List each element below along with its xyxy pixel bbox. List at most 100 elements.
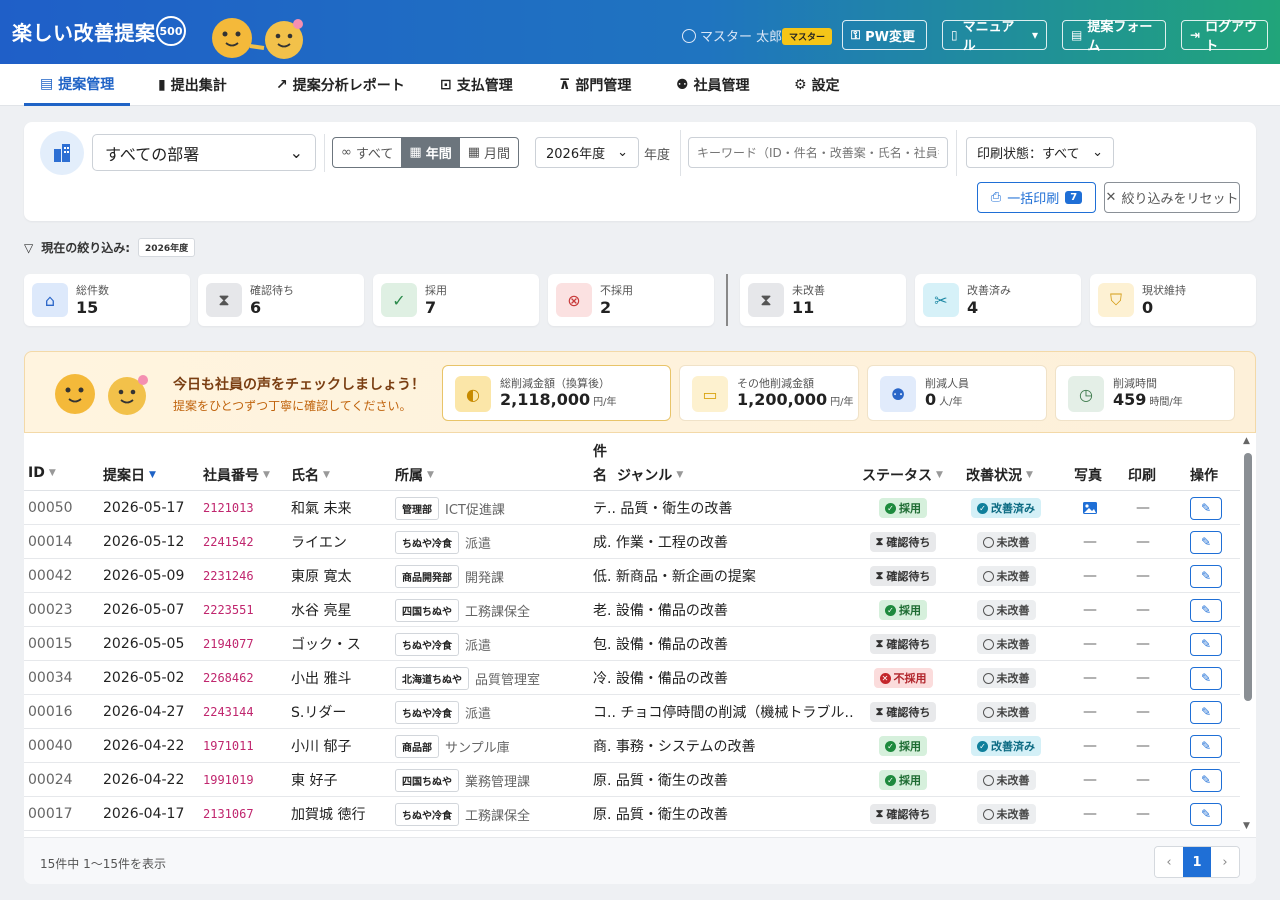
table-row[interactable]: 00050 2026-05-17 2121013 和氣 未来 管理部 ICT促進… — [24, 491, 1240, 525]
circle-icon — [982, 536, 994, 548]
table-row[interactable]: 00016 2026-04-27 2243144 S.リダー ちぬや冷食 派遣 … — [24, 695, 1240, 729]
dept-chip: 北海道ちぬや — [395, 666, 469, 690]
period-month-button[interactable]: ▦ 月間 — [460, 138, 518, 167]
shield-check-icon: ⛉ — [1098, 283, 1134, 317]
table-row[interactable]: 00042 2026-05-09 2231246 東原 寛太 商品開発部 開発課… — [24, 559, 1240, 593]
scrollbar-thumb[interactable] — [1244, 453, 1252, 701]
stat-status-quo[interactable]: ⛉ 現状維持 0 — [1090, 274, 1256, 326]
edit-button[interactable]: ✎ — [1190, 632, 1222, 656]
table-row[interactable]: 00024 2026-04-22 1991019 東 好子 四国ちぬや 業務管理… — [24, 763, 1240, 797]
hourglass-icon: ⧗ — [875, 705, 884, 718]
col-id[interactable]: ID ▼ — [28, 465, 56, 481]
tab-proposal-management[interactable]: ▤ 提案管理 — [24, 64, 131, 106]
tab-employee-management[interactable]: ⚉ 社員管理 — [676, 64, 750, 106]
improvement-badge: 未改善 — [976, 804, 1036, 824]
tab-analysis-report[interactable]: ↗ 提案分析レポート — [276, 64, 405, 106]
tab-submission-summary[interactable]: ▮ 提出集計 — [158, 64, 227, 106]
app-title[interactable]: 楽しい改善提案 — [12, 17, 156, 46]
col-emp-no[interactable]: 社員番号 ▼ — [203, 465, 270, 485]
reset-filter-button[interactable]: ✕ 絞り込みをリセット — [1104, 182, 1240, 213]
stat-not-improved[interactable]: ⧗ 未改善 11 — [740, 274, 906, 326]
pencil-icon: ✎ — [1200, 637, 1212, 651]
sort-icon: ▼ — [323, 470, 330, 480]
table-row[interactable]: 00017 2026-04-17 2131067 加賀城 徳行 ちぬや冷食 工務… — [24, 797, 1240, 831]
pw-change-button[interactable]: ⚿ PW変更 — [842, 20, 927, 50]
check-circle-icon: ✓ — [885, 774, 896, 786]
dept-chip: 四国ちぬや — [395, 598, 459, 622]
edit-button[interactable]: ✎ — [1190, 666, 1222, 690]
cell-photo: — — [1083, 738, 1097, 754]
table-row[interactable]: 00014 2026-05-12 2241542 ライエン ちぬや冷食 派遣 成… — [24, 525, 1240, 559]
scroll-down-icon[interactable]: ▼ — [1243, 821, 1250, 831]
proposal-form-button[interactable]: ▤ 提案フォーム — [1062, 20, 1166, 54]
col-name[interactable]: 氏名 ▼ — [291, 465, 330, 485]
col-status[interactable]: ステータス ▼ — [862, 465, 943, 485]
tab-settings[interactable]: ⚙ 設定 — [794, 64, 840, 106]
edit-button[interactable]: ✎ — [1190, 700, 1222, 724]
department-select[interactable]: すべての部署 ⌄ — [92, 134, 316, 171]
edit-button[interactable]: ✎ — [1190, 734, 1222, 758]
circle-icon — [982, 570, 994, 582]
check-circle-icon: ✓ — [885, 502, 896, 514]
improvement-badge: ✓ 改善済み — [971, 498, 1041, 518]
stat-improved[interactable]: ✂ 改善済み 4 — [915, 274, 1081, 326]
col-title-genre[interactable]: 名ジャンル ▼ — [593, 465, 683, 485]
stat-pending[interactable]: ⧗ 確認待ち 6 — [198, 274, 364, 326]
cell-name: S.リダー — [291, 705, 347, 721]
cell-photo: — — [1083, 704, 1097, 720]
prev-page-button[interactable]: ‹ — [1155, 847, 1183, 877]
section-label: 開発課 — [465, 570, 505, 586]
edit-button[interactable]: ✎ — [1190, 598, 1222, 622]
sort-desc-icon: ▼ — [149, 470, 156, 480]
dept-chip: ちぬや冷食 — [395, 700, 459, 724]
cell-photo: — — [1083, 806, 1097, 822]
page-button[interactable]: 1 — [1183, 847, 1211, 877]
cell-dept: ちぬや冷食 工務課保全 — [395, 797, 530, 831]
keyword-search-input[interactable] — [688, 137, 948, 168]
period-year-button[interactable]: ▦ 年間 — [401, 138, 460, 167]
tab-department-management[interactable]: ⊼ 部門管理 — [559, 64, 631, 106]
fiscal-year-select[interactable]: 2026年度 ⌄ — [535, 137, 639, 168]
stat-adopted[interactable]: ✓ 採用 7 — [373, 274, 539, 326]
stat-total[interactable]: ⌂ 総件数 15 — [24, 274, 190, 326]
cell-id: 00050 — [28, 500, 73, 516]
cell-date: 2026-04-22 — [103, 738, 185, 754]
dept-chip: 四国ちぬや — [395, 768, 459, 792]
cell-status: ⧗ 確認待ち — [858, 559, 948, 593]
col-date[interactable]: 提案日 ▼ — [103, 465, 156, 485]
print-state-select[interactable]: 印刷状態：すべて ⌄ — [966, 137, 1114, 168]
printer-icon: ⎙ — [990, 190, 1002, 205]
logout-button[interactable]: ⇥ ログアウト — [1181, 20, 1268, 54]
cell-emp-no: 2121013 — [203, 501, 254, 515]
status-badge: ⧗ 確認待ち — [869, 804, 937, 824]
period-all-button[interactable]: ∞ すべて — [333, 138, 401, 167]
col-dept[interactable]: 所属 ▼ — [395, 465, 434, 485]
manual-dropdown-button[interactable]: ▯ マニュアル ▾ — [942, 20, 1047, 54]
edit-button[interactable]: ✎ — [1190, 768, 1222, 792]
table-row[interactable]: 00023 2026-05-07 2223551 水谷 亮星 四国ちぬや 工務課… — [24, 593, 1240, 627]
stat-rejected[interactable]: ⊗ 不採用 2 — [548, 274, 714, 326]
col-improvement[interactable]: 改善状況 ▼ — [966, 465, 1033, 485]
cell-date: 2026-05-05 — [103, 636, 185, 652]
edit-button[interactable]: ✎ — [1190, 530, 1222, 554]
scroll-up-icon[interactable]: ▲ — [1243, 436, 1250, 446]
edit-button[interactable]: ✎ — [1190, 496, 1222, 520]
bulk-print-button[interactable]: ⎙ 一括印刷 7 — [977, 182, 1096, 213]
table-row[interactable]: 00015 2026-05-05 2194077 ゴック・ス ちぬや冷食 派遣 … — [24, 627, 1240, 661]
tab-payment-management[interactable]: ⊡ 支払管理 — [440, 64, 513, 106]
table-row[interactable]: 00040 2026-04-22 1971011 小川 郁子 商品部 サンプル庫… — [24, 729, 1240, 763]
cell-action: ✎ — [1190, 593, 1222, 627]
image-icon[interactable] — [1082, 501, 1098, 515]
edit-button[interactable]: ✎ — [1190, 564, 1222, 588]
cell-title: 低. 新商品・新企画の提案 — [593, 569, 756, 585]
cell-photo: — — [1083, 602, 1097, 618]
edit-button[interactable]: ✎ — [1190, 802, 1222, 826]
cell-emp-no: 2268462 — [203, 671, 254, 685]
col-title[interactable]: 件 — [593, 441, 607, 461]
next-page-button[interactable]: › — [1211, 847, 1239, 877]
cell-name: 東原 寛太 — [291, 569, 352, 585]
table-row[interactable]: 00034 2026-05-02 2268462 小出 雅斗 北海道ちぬや 品質… — [24, 661, 1240, 695]
cell-dept: ちぬや冷食 派遣 — [395, 627, 491, 661]
cell-action: ✎ — [1190, 525, 1222, 559]
table-scrollbar[interactable]: ▲ ▼ — [1240, 433, 1256, 833]
